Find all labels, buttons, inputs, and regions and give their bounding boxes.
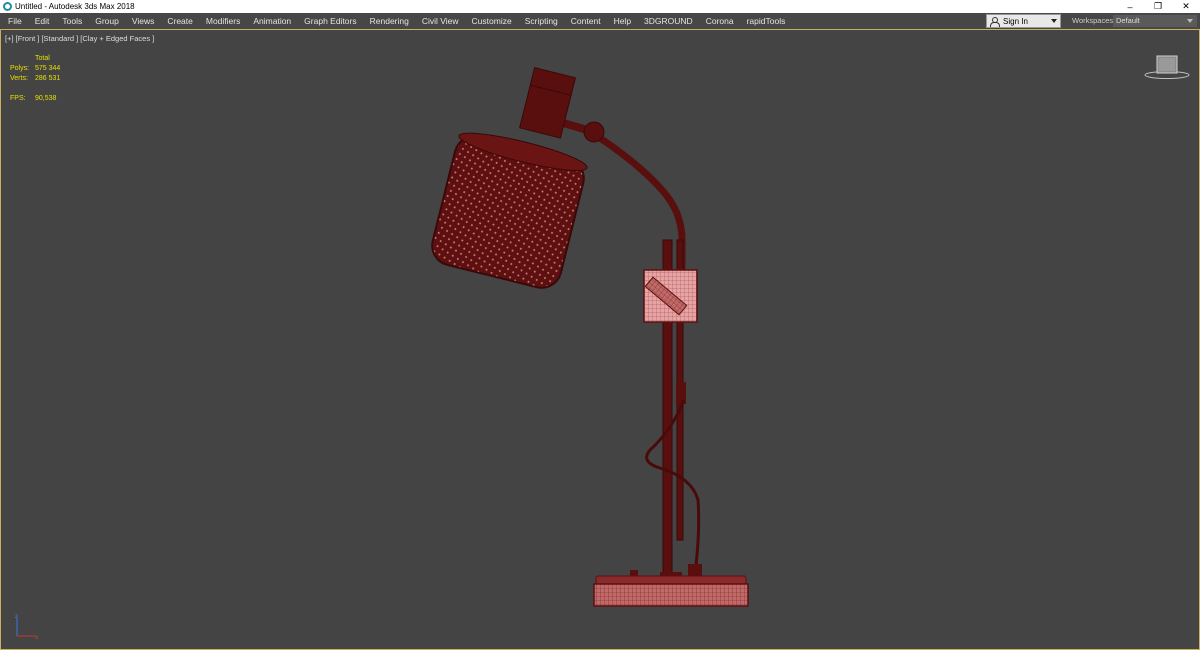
lamp-shade	[431, 132, 588, 289]
lamp-switch-box	[643, 269, 698, 323]
desk-lamp-model[interactable]	[0, 0, 1200, 650]
lamp-cable	[645, 399, 701, 566]
